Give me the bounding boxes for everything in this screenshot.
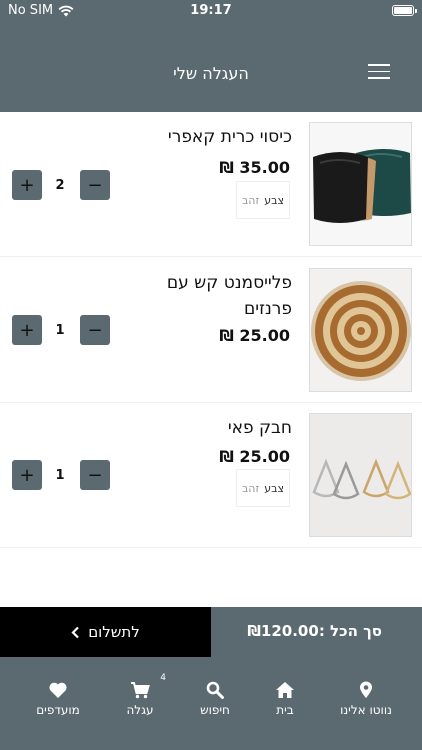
nav-favorites[interactable]: מועדפים	[18, 681, 98, 717]
product-image[interactable]	[309, 122, 412, 246]
product-attribute: צבע זהב	[236, 469, 290, 507]
attribute-label: צבע	[264, 193, 285, 207]
location-pin-icon	[360, 681, 372, 698]
checkout-bar: לתשלום סך הכל :₪120.00	[0, 607, 422, 657]
checkout-label: לתשלום	[88, 623, 140, 641]
status-time: 19:17	[190, 3, 232, 18]
nav-home[interactable]: בית	[245, 681, 325, 717]
chevron-left-icon	[71, 626, 79, 638]
menu-button[interactable]	[368, 64, 390, 82]
checkout-button[interactable]: לתשלום	[0, 607, 211, 657]
nav-label: נווטו אלינו	[340, 703, 392, 717]
battery-icon	[392, 5, 417, 16]
product-name[interactable]: כיסוי כרית קאפרי	[132, 124, 292, 150]
nav-label: עגלה	[126, 703, 154, 717]
cart-item: חבק פאי ₪ 25.00 צבע זהב − 1 +	[0, 403, 422, 548]
nav-contact[interactable]: נווטו אלינו	[326, 681, 406, 717]
product-image[interactable]	[309, 413, 412, 537]
product-name[interactable]: חבק פאי	[132, 415, 292, 441]
menu-icon-line	[368, 64, 390, 66]
product-price: ₪ 25.00	[219, 326, 290, 345]
bottom-nav: נווטו אלינו בית חיפוש 4 עגלה מועדפים	[0, 657, 422, 750]
search-icon	[206, 681, 224, 699]
nav-search[interactable]: חיפוש	[175, 681, 255, 717]
product-image[interactable]	[309, 268, 412, 392]
cart-total: סך הכל :₪120.00	[247, 622, 382, 640]
placemat-image	[310, 269, 411, 391]
heart-icon	[49, 682, 67, 698]
menu-icon-line	[368, 77, 390, 79]
increase-quantity-button[interactable]: +	[12, 315, 42, 345]
decrease-quantity-button[interactable]: −	[80, 315, 110, 345]
product-price: ₪ 25.00	[219, 447, 290, 466]
cart-count-badge: 4	[160, 673, 166, 683]
nav-label: מועדפים	[36, 703, 80, 717]
quantity-value: 2	[55, 178, 65, 193]
plus-icon: +	[19, 464, 35, 486]
nav-label: חיפוש	[200, 703, 230, 717]
product-attribute: צבע זהב	[236, 181, 290, 219]
product-name[interactable]: פלייסמנט קש עם פרנזים	[132, 270, 292, 322]
nav-label: בית	[276, 703, 294, 717]
attribute-value: זהב	[241, 481, 260, 495]
status-bar: No SIM 19:17	[0, 0, 422, 22]
increase-quantity-button[interactable]: +	[12, 170, 42, 200]
minus-icon: −	[87, 319, 103, 341]
cart-item: כיסוי כרית קאפרי ₪ 35.00 צבע זהב − 2 +	[0, 112, 422, 257]
minus-icon: −	[87, 464, 103, 486]
napkin-rings-image	[310, 414, 411, 536]
cushions-image	[310, 123, 411, 245]
decrease-quantity-button[interactable]: −	[80, 170, 110, 200]
quantity-value: 1	[55, 468, 65, 483]
minus-icon: −	[87, 174, 103, 196]
cart-icon	[131, 682, 150, 699]
attribute-label: צבע	[264, 481, 285, 495]
plus-icon: +	[19, 319, 35, 341]
plus-icon: +	[19, 174, 35, 196]
page-title: העגלה שלי	[173, 64, 249, 83]
attribute-value: זהב	[241, 193, 260, 207]
product-price: ₪ 35.00	[219, 158, 290, 177]
cart-item: פלייסמנט קש עם פרנזים ₪ 25.00 − 1 +	[0, 258, 422, 403]
quantity-value: 1	[55, 323, 65, 338]
nav-cart[interactable]: 4 עגלה	[100, 673, 180, 717]
decrease-quantity-button[interactable]: −	[80, 460, 110, 490]
increase-quantity-button[interactable]: +	[12, 460, 42, 490]
menu-icon-line	[368, 70, 390, 72]
home-icon	[276, 682, 294, 698]
app-header: העגלה שלי	[0, 22, 422, 112]
